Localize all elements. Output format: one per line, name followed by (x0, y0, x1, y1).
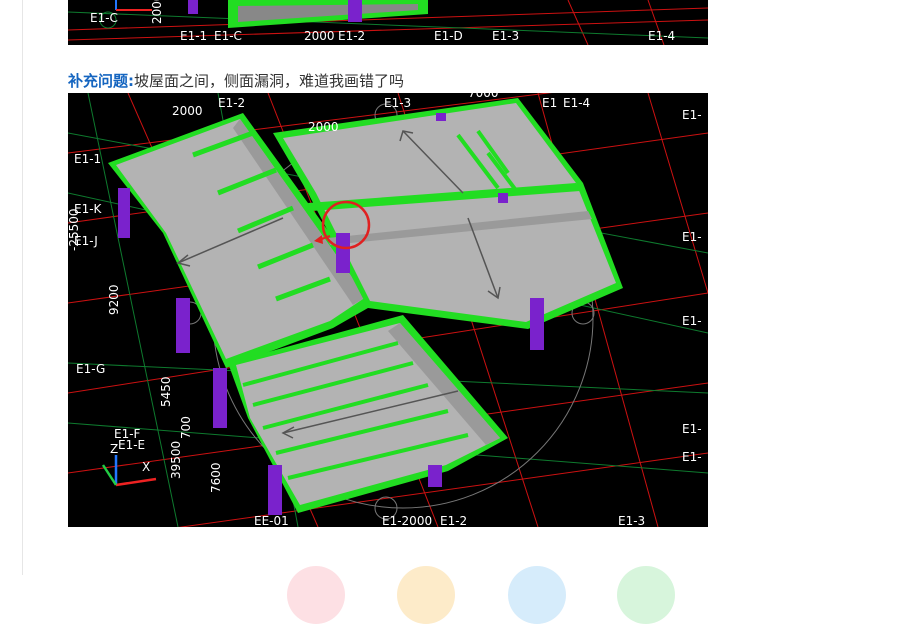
top-label-e1c: E1-C (90, 11, 118, 25)
label-left-e1-e: E1-E (118, 438, 145, 452)
label-top-7000: 7000 (468, 93, 499, 100)
top-label-e1-1: E1-1 (180, 29, 207, 43)
cad-canvas-top: E1-C 2000 E1-1 E1-C 2000 E1-2 E1-D E1-3 … (68, 0, 708, 45)
dim-7600: 7600 (209, 462, 223, 493)
label-top-e1-4: E1-4 (563, 96, 590, 110)
label-top-2000-b: 2000 (308, 120, 339, 134)
label-bottom-e1-3: E1-3 (618, 514, 645, 527)
label-top-e1-2: E1-2 (218, 96, 245, 110)
dim-5450: 5450 (159, 376, 173, 407)
label-bottom-e1-2000: E1-2000 (382, 514, 432, 527)
label-bottom-e1-2: E1-2 (440, 514, 467, 527)
cad-screenshot-main[interactable]: Z X 2000 E1-2 2000 E1-3 7000 E1 E1-4 E1-… (68, 93, 708, 527)
top-label-e1-2: E1-2 (338, 29, 365, 43)
label-top-e1-3: E1-3 (384, 96, 411, 110)
top-label-2000: 2000 (150, 0, 164, 24)
label-right-3: E1- (682, 314, 702, 328)
label-right-1: E1- (682, 108, 702, 122)
dim-25500: -25500 (68, 208, 81, 251)
axis-x-label: X (142, 460, 150, 474)
label-top-e1: E1 (542, 96, 557, 110)
label-right-2: E1- (682, 230, 702, 244)
top-label-2000-b: 2000 (304, 29, 335, 43)
top-label-e1-3: E1-3 (492, 29, 519, 43)
label-left-e1-g: E1-G (76, 362, 105, 376)
label-right-5: E1- (682, 450, 702, 464)
top-label-e1-4: E1-4 (648, 29, 675, 43)
cad-canvas-main: Z X 2000 E1-2 2000 E1-3 7000 E1 E1-4 E1-… (68, 93, 708, 527)
supplementary-question: 补充问题:坡屋面之间，侧面漏洞，难道我画错了吗 (68, 70, 404, 92)
top-label-e1c-2: E1-C (214, 29, 242, 43)
cad-screenshot-top[interactable]: E1-C 2000 E1-1 E1-C 2000 E1-2 E1-D E1-3 … (68, 0, 708, 45)
dim-9200: 9200 (107, 284, 121, 315)
dim-39500: 39500 (169, 441, 183, 479)
label-bottom-ee-01: EE-01 (254, 514, 289, 527)
label-top-2000: 2000 (172, 104, 203, 118)
axis-z-label: Z (110, 442, 118, 456)
label-right-4: E1- (682, 422, 702, 436)
question-label: 补充问题: (68, 72, 134, 90)
dim-700: 700 (179, 416, 193, 439)
top-label-e1d: E1-D (434, 29, 463, 43)
label-left-e1-1: E1-1 (74, 152, 101, 166)
question-text: 坡屋面之间，侧面漏洞，难道我画错了吗 (134, 72, 405, 90)
